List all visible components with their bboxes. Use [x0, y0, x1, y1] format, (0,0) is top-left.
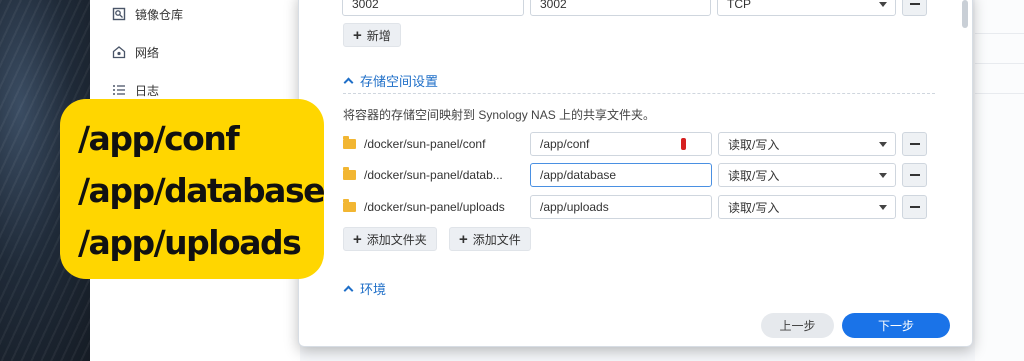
chevron-up-icon: [343, 77, 354, 88]
minus-icon: [909, 3, 920, 5]
local-port-input[interactable]: 3002: [342, 0, 524, 16]
chevron-down-icon: [879, 2, 887, 7]
storage-row-folder[interactable]: /docker/sun-panel/uploads: [343, 195, 505, 219]
mount-mode-value: 读取/写入: [728, 168, 780, 183]
chevron-down-icon: [879, 173, 887, 178]
remove-port-button[interactable]: [902, 0, 927, 16]
section-divider: [343, 93, 935, 94]
add-file-button[interactable]: + 添加文件: [449, 227, 531, 251]
sidebar-item-label: 日志: [135, 83, 160, 98]
remove-mount-button[interactable]: [902, 132, 927, 156]
folder-path: /docker/sun-panel/uploads: [364, 200, 505, 214]
storage-section-title: 存储空间设置: [360, 74, 439, 89]
plus-icon: +: [459, 230, 468, 248]
callout-line: /app/conf: [78, 119, 240, 158]
mount-path-value: /app/uploads: [540, 200, 609, 214]
mount-path-value: /app/database: [540, 168, 617, 182]
remove-mount-button[interactable]: [902, 163, 927, 187]
storage-description: 将容器的存储空间映射到 Synology NAS 上的共享文件夹。: [343, 108, 656, 122]
sidebar-item-registry[interactable]: 镜像仓库: [112, 3, 183, 25]
folder-path: /docker/sun-panel/datab...: [364, 168, 503, 182]
chevron-down-icon: [879, 142, 887, 147]
previous-step-button[interactable]: 上一步: [761, 313, 834, 338]
sidebar-item-logs[interactable]: 日志: [112, 79, 159, 101]
mount-mode-select[interactable]: 读取/写入: [718, 132, 896, 156]
add-folder-button[interactable]: + 添加文件夹: [343, 227, 437, 251]
container-port-value: 3002: [540, 0, 567, 11]
minus-icon: [909, 206, 920, 208]
text-cursor-icon: [681, 138, 686, 150]
chevron-up-icon: [343, 285, 354, 296]
background-list: [975, 0, 1024, 361]
image-registry-icon: [112, 7, 126, 21]
protocol-value: TCP: [727, 0, 751, 11]
folder-icon: [343, 199, 356, 212]
callout-line: /app/uploads: [78, 223, 302, 262]
storage-section-toggle[interactable]: 存储空间设置: [343, 71, 439, 90]
mount-path-value: /app/conf: [540, 137, 590, 151]
sidebar-item-label: 网络: [135, 45, 160, 60]
add-port-label: 新增: [366, 28, 391, 43]
chevron-down-icon: [879, 205, 887, 210]
sidebar-item-network[interactable]: 网络: [112, 41, 159, 63]
add-folder-label: 添加文件夹: [366, 232, 427, 247]
sidebar-item-label: 镜像仓库: [135, 7, 184, 22]
container-port-input[interactable]: 3002: [530, 0, 711, 16]
minus-icon: [909, 143, 920, 145]
remove-mount-button[interactable]: [902, 195, 927, 219]
environment-section-toggle[interactable]: 环境: [343, 279, 387, 298]
add-port-button[interactable]: + 新增: [343, 23, 401, 47]
next-step-button[interactable]: 下一步: [842, 313, 950, 338]
storage-row-folder[interactable]: /docker/sun-panel/datab...: [343, 163, 503, 187]
environment-section-title: 环境: [360, 282, 387, 297]
storage-row-folder[interactable]: /docker/sun-panel/conf: [343, 132, 485, 156]
callout-line: /app/database: [78, 171, 325, 210]
network-icon: [112, 45, 126, 59]
folder-path: /docker/sun-panel/conf: [364, 137, 486, 151]
folder-icon: [343, 136, 356, 149]
mount-mode-value: 读取/写入: [728, 137, 780, 152]
minus-icon: [909, 174, 920, 176]
mount-path-input[interactable]: /app/uploads: [530, 195, 712, 219]
plus-icon: +: [353, 26, 362, 44]
local-port-value: 3002: [352, 0, 379, 11]
mount-mode-value: 读取/写入: [728, 200, 780, 215]
log-list-icon: [112, 83, 126, 97]
folder-icon: [343, 167, 356, 180]
add-file-label: 添加文件: [472, 232, 521, 247]
dialog-scrollbar[interactable]: [962, 0, 968, 28]
mount-mode-select[interactable]: 读取/写入: [718, 195, 896, 219]
path-callout: /app/conf /app/database /app/uploads: [60, 99, 325, 279]
protocol-select[interactable]: TCP: [717, 0, 896, 16]
plus-icon: +: [353, 230, 362, 248]
mount-path-input[interactable]: /app/database: [530, 163, 712, 187]
mount-mode-select[interactable]: 读取/写入: [718, 163, 896, 187]
